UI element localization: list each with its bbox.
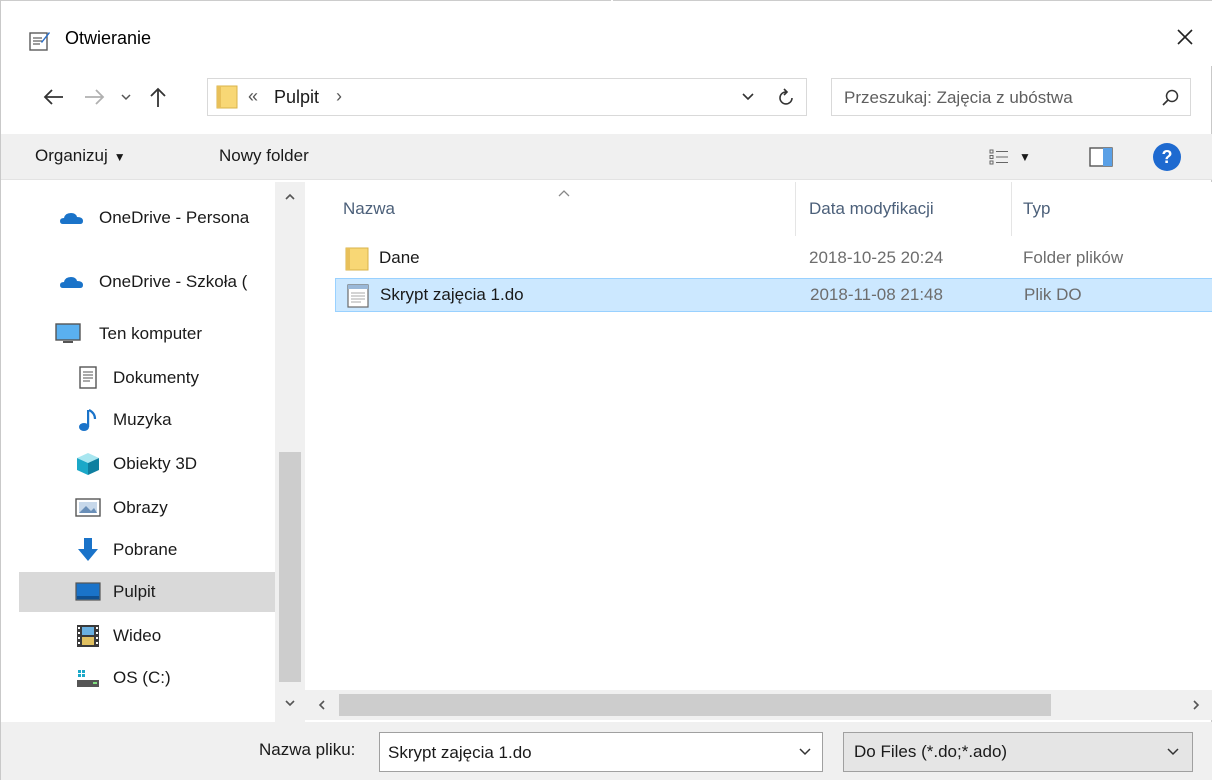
- change-view-button[interactable]: ▼: [989, 144, 1033, 170]
- file-list: Nazwa Data modyfikacji Typ Dane 2018-10-…: [305, 182, 1212, 692]
- help-icon: ?: [1161, 146, 1173, 167]
- nav-item-onedrive-school[interactable]: OneDrive - Szkoła (: [19, 262, 275, 302]
- column-header-name[interactable]: Nazwa: [343, 182, 395, 236]
- cloud-icon: [60, 277, 83, 288]
- drive-icon: [77, 670, 99, 687]
- chevron-right-icon: [1193, 700, 1200, 710]
- address-bar[interactable]: « Pulpit ›: [207, 78, 807, 116]
- file-list-horizontal-scrollbar[interactable]: [305, 690, 1212, 720]
- refresh-button[interactable]: [774, 85, 800, 109]
- dropdown-arrow-icon: ▼: [1019, 150, 1031, 164]
- file-name-label: Nazwa pliku:: [259, 740, 356, 759]
- navigation-pane-scrollbar[interactable]: [275, 182, 305, 722]
- file-type: Plik DO: [1024, 285, 1082, 304]
- search-icon: [1162, 89, 1179, 106]
- table-row[interactable]: Skrypt zajęcia 1.do 2018-11-08 21:48 Pli…: [335, 278, 1212, 312]
- file-date: 2018-10-25 20:24: [809, 248, 944, 267]
- open-file-dialog: Otwieranie « Pulpit › Przeszukaj: Zajęci…: [0, 0, 1212, 780]
- file-name-input[interactable]: [388, 741, 778, 765]
- chevron-left-icon: [318, 700, 325, 710]
- address-overflow[interactable]: «: [248, 86, 258, 107]
- column-divider[interactable]: [795, 182, 796, 236]
- cloud-icon: [60, 213, 83, 224]
- dropdown-arrow-icon: ▼: [113, 149, 126, 164]
- nav-item-pictures[interactable]: Obrazy: [19, 488, 275, 528]
- chevron-down-icon: [121, 94, 131, 101]
- chevron-down-icon: [799, 748, 811, 756]
- music-icon: [79, 409, 97, 431]
- up-button[interactable]: [143, 82, 173, 112]
- file-name: Dane: [379, 248, 420, 267]
- file-date: 2018-11-08 21:48: [810, 285, 943, 304]
- nav-item-3d-objects[interactable]: Obiekty 3D: [19, 444, 275, 484]
- forward-button[interactable]: [79, 82, 109, 112]
- breadcrumb-pulpit[interactable]: Pulpit: [274, 87, 319, 108]
- desktop-icon: [75, 582, 101, 601]
- close-button[interactable]: [1157, 8, 1212, 66]
- folder-icon: [345, 247, 369, 271]
- breadcrumb-separator[interactable]: ›: [336, 86, 342, 107]
- downloads-icon: [78, 538, 98, 561]
- chevron-down-icon: [742, 93, 754, 101]
- documents-icon: [79, 366, 97, 389]
- file-type-filter-select[interactable]: Do Files (*.do;*.ado): [843, 732, 1193, 772]
- column-header-date[interactable]: Data modyfikacji: [809, 182, 934, 236]
- nav-item-this-pc[interactable]: Ten komputer: [19, 314, 275, 354]
- file-name-bar: Nazwa pliku: Do Files (*.do;*.ado): [1, 722, 1212, 780]
- close-icon: [1177, 29, 1193, 45]
- refresh-icon: [779, 88, 793, 105]
- nav-item-desktop[interactable]: Pulpit: [19, 572, 275, 612]
- column-header-type[interactable]: Typ: [1023, 182, 1050, 236]
- text-file-icon: [347, 284, 369, 308]
- file-type: Folder plików: [1023, 248, 1124, 267]
- window-title: Otwieranie: [65, 28, 152, 48]
- scroll-down-button[interactable]: [281, 694, 299, 712]
- scroll-right-button[interactable]: [1187, 696, 1205, 714]
- organize-button[interactable]: Organizuj ▼: [35, 146, 126, 166]
- file-name-combobox[interactable]: [379, 732, 823, 772]
- nav-item-videos[interactable]: Wideo: [19, 616, 275, 656]
- scroll-up-button[interactable]: [281, 188, 299, 206]
- background-window-edge: [1, 0, 1212, 8]
- navigation-pane: OneDrive - Persona OneDrive - Szkoła ( T…: [19, 182, 275, 722]
- chevron-up-icon: [285, 193, 295, 200]
- computer-icon: [55, 323, 81, 343]
- arrow-left-icon: [43, 89, 63, 105]
- search-box[interactable]: [831, 78, 1191, 116]
- objects-3d-icon: [77, 453, 99, 475]
- back-button[interactable]: [39, 82, 69, 112]
- arrow-right-icon: [85, 89, 105, 105]
- column-divider[interactable]: [1011, 182, 1012, 236]
- title-bar: Otwieranie: [1, 8, 1212, 66]
- folder-icon: [216, 85, 238, 109]
- command-bar: Organizuj ▼ Nowy folder ▼ ?: [1, 134, 1212, 180]
- details-view-icon: [989, 149, 1008, 165]
- arrow-up-icon: [150, 87, 166, 107]
- scrollbar-thumb[interactable]: [279, 452, 301, 682]
- nav-item-os-drive[interactable]: OS (C:): [19, 658, 275, 698]
- file-type-filter-value: Do Files (*.do;*.ado): [854, 742, 1008, 761]
- file-name-history-button[interactable]: [794, 741, 816, 763]
- video-icon: [77, 625, 99, 647]
- open-dialog-icon: [29, 32, 50, 51]
- chevron-down-icon: [285, 700, 295, 707]
- scroll-left-button[interactable]: [313, 696, 331, 714]
- nav-item-music[interactable]: Muzyka: [19, 400, 275, 440]
- help-button[interactable]: ?: [1153, 143, 1181, 171]
- table-row[interactable]: Dane 2018-10-25 20:24 Folder plików: [335, 242, 1212, 276]
- nav-item-onedrive-personal[interactable]: OneDrive - Persona: [19, 198, 275, 238]
- sort-ascending-icon: [558, 190, 570, 197]
- search-input[interactable]: [844, 85, 1144, 111]
- preview-pane-icon[interactable]: [1089, 146, 1113, 168]
- pictures-icon: [75, 498, 101, 517]
- nav-item-downloads[interactable]: Pobrane: [19, 530, 275, 570]
- file-name: Skrypt zajęcia 1.do: [380, 285, 524, 304]
- file-type-filter-dropdown[interactable]: [1162, 741, 1184, 763]
- new-folder-button[interactable]: Nowy folder: [219, 146, 309, 166]
- scrollbar-thumb[interactable]: [339, 694, 1051, 716]
- address-history-button[interactable]: [736, 85, 760, 109]
- recent-locations-button[interactable]: [113, 82, 139, 112]
- chevron-down-icon: [1167, 748, 1179, 756]
- nav-item-documents[interactable]: Dokumenty: [19, 358, 275, 398]
